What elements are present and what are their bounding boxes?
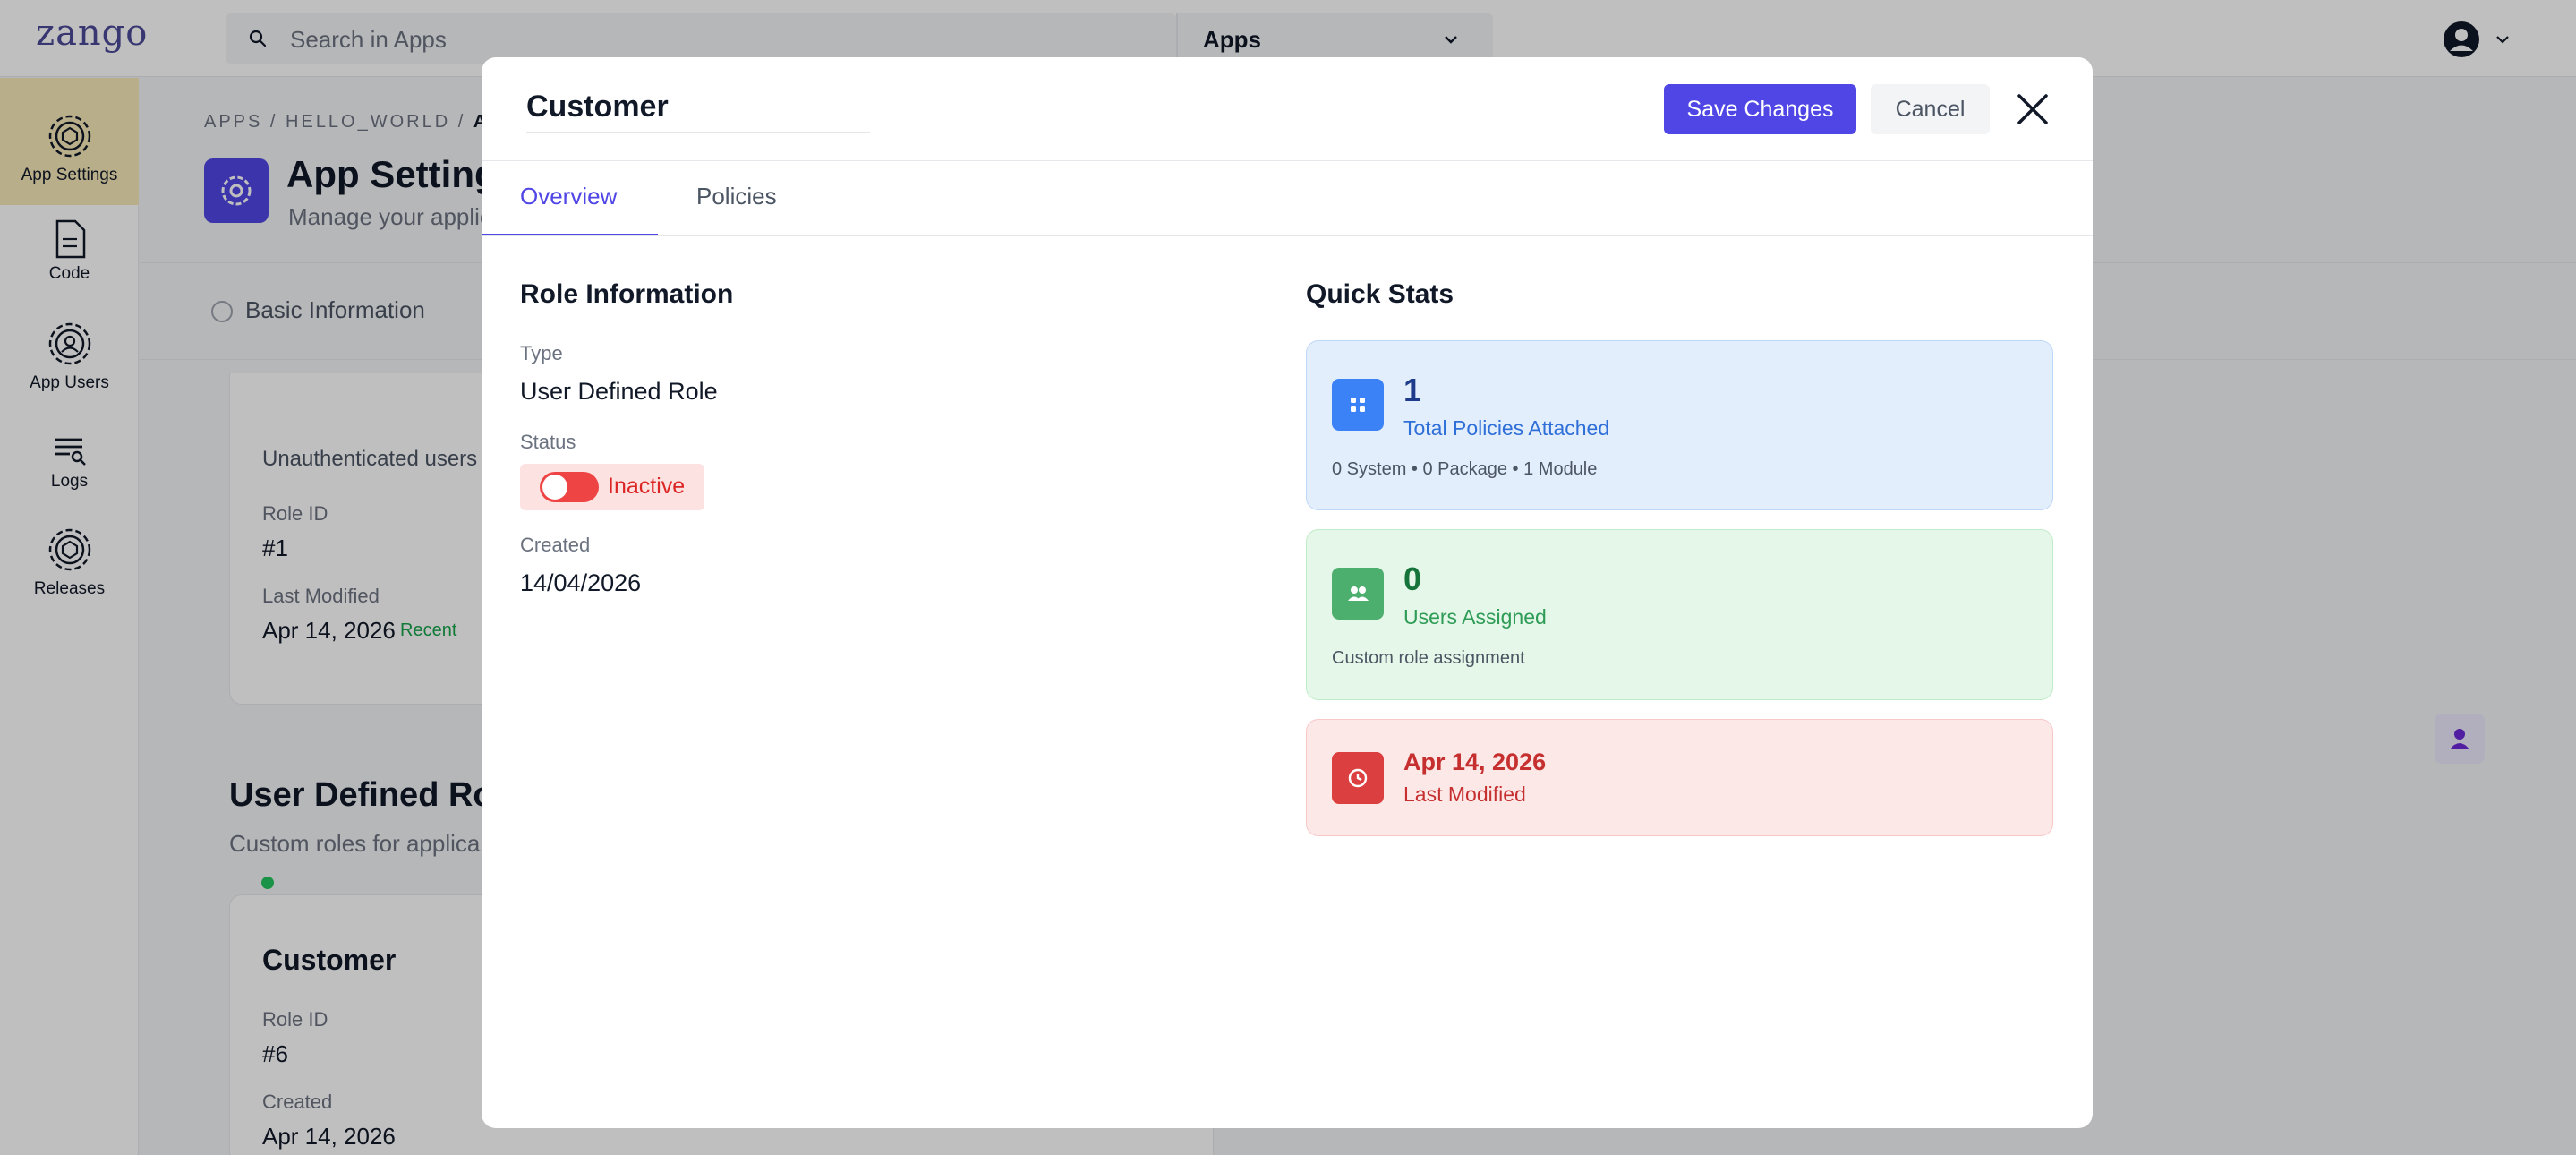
status-toggle[interactable]: Inactive [520,464,704,510]
divider [482,160,2093,161]
status-value: Inactive [608,474,686,499]
type-label: Type [520,342,563,364]
role-name-field[interactable]: Customer [526,90,870,133]
users-count: 0 [1403,560,1422,597]
policies-stat-card: 1 Total Policies Attached 0 System • 0 P… [1306,340,2053,510]
toggle-knob [542,475,567,500]
policies-label: Total Policies Attached [1403,416,1610,440]
tab-policies[interactable]: Policies [696,183,777,210]
role-modal: Customer Save Changes Cancel Overview Po… [482,57,2093,1128]
users-label: Users Assigned [1403,605,1547,629]
toggle-switch[interactable] [540,472,599,502]
status-label: Status [520,431,576,453]
role-information-heading: Role Information [520,279,734,309]
type-value: User Defined Role [520,378,718,405]
cancel-button[interactable]: Cancel [1871,84,1990,134]
users-description: Custom role assignment [1332,648,1525,668]
modified-label: Last Modified [1403,783,1526,806]
divider [482,235,2093,236]
created-value: 14/04/2026 [520,569,642,596]
close-icon[interactable] [2015,91,2051,127]
users-icon [1332,568,1384,620]
modified-date: Apr 14, 2026 [1403,749,1547,775]
quick-stats-heading: Quick Stats [1306,279,1454,309]
clock-icon [1332,752,1384,804]
grid-icon [1332,379,1384,431]
save-changes-button[interactable]: Save Changes [1664,84,1856,134]
tab-overview[interactable]: Overview [520,183,617,210]
modified-stat-card: Apr 14, 2026 Last Modified [1306,719,2053,836]
users-stat-card: 0 Users Assigned Custom role assignment [1306,529,2053,700]
created-label: Created [520,534,591,556]
policies-count: 1 [1403,372,1422,408]
policies-breakdown: 0 System • 0 Package • 1 Module [1332,459,1598,479]
